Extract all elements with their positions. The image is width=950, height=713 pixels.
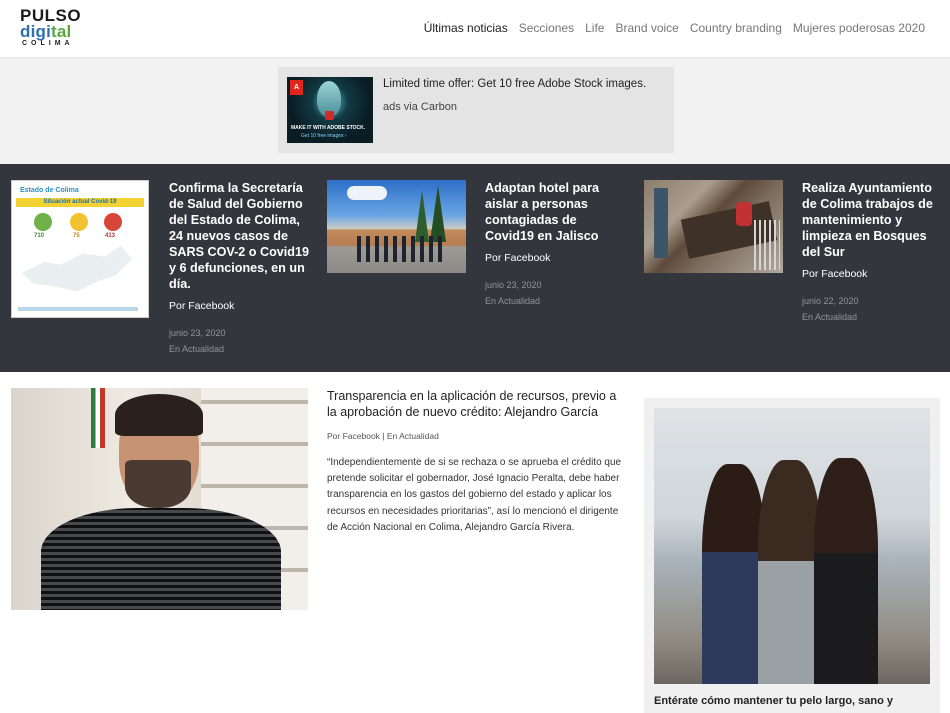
thumb-count: 75: [73, 233, 80, 239]
woman-image: [814, 458, 878, 684]
woman-image: [702, 464, 766, 684]
featured-byline[interactable]: Por Facebook: [485, 252, 550, 264]
nav-mujeres-poderosas[interactable]: Mujeres poderosas 2020: [793, 21, 925, 35]
logo-digi: digi: [20, 22, 52, 41]
featured-category[interactable]: En Actualidad: [485, 296, 540, 306]
article-excerpt: “Independientemente de si se rechaza o s…: [327, 457, 622, 533]
fence-image: [754, 220, 780, 270]
featured-date: junio 22, 2020: [802, 296, 859, 306]
mask-icon: [70, 213, 88, 231]
featured-byline[interactable]: Por Facebook: [802, 268, 867, 280]
featured-item: Adaptan hotel para aislar a personas con…: [327, 180, 637, 330]
ad-image-headline: MAKE IT WITH ADOBE STOCK.: [291, 125, 366, 131]
ads-via-carbon-link[interactable]: ads via Carbon: [383, 101, 457, 113]
logo-tal: tal: [51, 22, 72, 41]
ad-image[interactable]: A MAKE IT WITH ADOBE STOCK. Get 10 free …: [287, 77, 373, 143]
mask-icon: [34, 213, 52, 231]
site-logo[interactable]: PULSO digital COLIMA: [20, 6, 84, 50]
main-nav: Últimas noticias Secciones Life Brand vo…: [424, 21, 925, 35]
article-meta: Por Facebook | En Actualidad: [327, 431, 439, 441]
logo-line-digital: digital: [20, 23, 84, 40]
featured-thumb-covid[interactable]: Estado de Colima Situación actual Covid-…: [11, 180, 149, 318]
featured-byline[interactable]: Por Facebook: [169, 300, 234, 312]
ad-band: A MAKE IT WITH ADOBE STOCK. Get 10 free …: [0, 58, 950, 164]
featured-item: Realiza Ayuntamiento de Colima trabajos …: [644, 180, 944, 340]
people-image: [357, 236, 447, 262]
sidebar-card: Entérate cómo mantener tu pelo largo, sa…: [644, 398, 940, 713]
nav-country-branding[interactable]: Country branding: [690, 21, 782, 35]
featured-item: Estado de Colima Situación actual Covid-…: [11, 180, 321, 360]
nav-life[interactable]: Life: [585, 21, 604, 35]
logo-line-pulso: PULSO: [20, 6, 82, 25]
shirt-image: [41, 508, 281, 610]
tree-image: [415, 190, 429, 242]
thumb-count: 413: [105, 233, 116, 239]
site-header: PULSO digital COLIMA Últimas noticias Se…: [0, 0, 950, 58]
featured-category[interactable]: En Actualidad: [802, 312, 857, 322]
logo-line-colima: COLIMA: [22, 40, 74, 47]
article-title[interactable]: Transparencia en la aplicación de recurs…: [327, 388, 627, 420]
featured-band: Estado de Colima Situación actual Covid-…: [0, 164, 950, 372]
thumb-bar: Situación actual Covid-19: [16, 198, 144, 207]
carbon-ad[interactable]: A MAKE IT WITH ADOBE STOCK. Get 10 free …: [278, 67, 674, 153]
featured-category[interactable]: En Actualidad: [169, 344, 224, 354]
featured-thumb-hotel[interactable]: [327, 180, 466, 273]
article-image[interactable]: [11, 388, 308, 610]
featured-date: junio 23, 2020: [169, 328, 226, 338]
colima-map-image: [22, 245, 132, 292]
cloud-image: [347, 186, 387, 200]
hair-image: [115, 394, 203, 436]
thumb-footer: [18, 307, 138, 311]
featured-thumb-works[interactable]: [644, 180, 783, 273]
worker-image: [654, 188, 668, 258]
woman-image: [758, 460, 822, 684]
ad-text-link[interactable]: Limited time offer: Get 10 free Adobe St…: [383, 78, 646, 90]
thumb-title: Estado de Colima: [20, 187, 79, 194]
play-icon: [325, 111, 334, 120]
ad-image-cta: Get 10 free images ›: [301, 133, 347, 139]
sidebar-image[interactable]: [654, 408, 930, 684]
featured-title[interactable]: Confirma la Secretaría de Salud del Gobi…: [169, 180, 317, 292]
sidebar-title[interactable]: Entérate cómo mantener tu pelo largo, sa…: [654, 695, 934, 707]
nav-ultimas-noticias[interactable]: Últimas noticias: [424, 21, 508, 35]
flag-image: [91, 388, 105, 448]
nav-brand-voice[interactable]: Brand voice: [615, 21, 678, 35]
tree-image: [430, 185, 446, 242]
mask-icon: [104, 213, 122, 231]
featured-title[interactable]: Realiza Ayuntamiento de Colima trabajos …: [802, 180, 937, 260]
featured-title[interactable]: Adaptan hotel para aislar a personas con…: [485, 180, 615, 244]
adobe-logo-icon: A: [290, 80, 303, 95]
featured-date: junio 23, 2020: [485, 280, 542, 290]
worker-image: [736, 202, 752, 226]
nav-secciones[interactable]: Secciones: [519, 21, 574, 35]
thumb-count: 710: [34, 233, 45, 239]
beard-image: [125, 460, 191, 508]
